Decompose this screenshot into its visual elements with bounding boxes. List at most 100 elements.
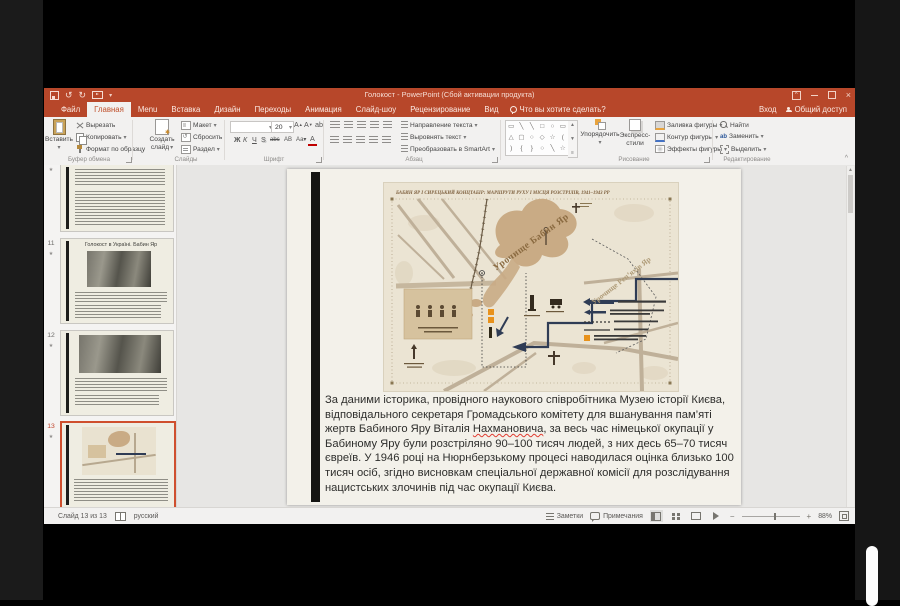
align-center-icon[interactable] xyxy=(343,136,352,144)
font-size-value: 20 xyxy=(275,124,283,131)
replace-button[interactable]: ab Заменить ▾ xyxy=(720,133,764,140)
align-text-button[interactable]: Выровнять текст ▾ xyxy=(401,133,466,141)
tab-review[interactable]: Рецензирование xyxy=(403,102,477,117)
find-button[interactable]: Найти xyxy=(720,121,749,129)
arrange-button[interactable]: Упорядочить ▾ xyxy=(583,119,617,146)
collapse-ribbon-icon[interactable]: ^ xyxy=(845,155,848,162)
align-right-icon[interactable] xyxy=(356,136,365,144)
reset-button[interactable]: Сбросить xyxy=(181,133,222,142)
shape-outline-button[interactable]: Контур фигуры ▾ xyxy=(655,133,718,142)
change-case-button[interactable]: Аа▾ xyxy=(294,134,308,146)
restore-icon[interactable] xyxy=(828,91,836,99)
paste-button[interactable]: Вставить ▾ xyxy=(46,119,72,151)
close-icon[interactable]: × xyxy=(846,91,851,100)
editor-scrollbar[interactable]: ▲ xyxy=(846,166,854,507)
tab-file[interactable]: Файл xyxy=(54,102,87,117)
current-slide-canvas[interactable]: БАБИН ЯР І СИРЕЦЬКИЙ КОНЦТАБІР: МАРШРУТИ… xyxy=(287,169,741,505)
new-slide-button[interactable]: Создать слайд ▾ xyxy=(146,119,178,151)
slide-thumbnail-11[interactable]: Голокост в Україні. Бабин Яр xyxy=(60,238,174,324)
character-spacing-button[interactable]: АВ xyxy=(282,134,294,146)
qat-customize-icon[interactable]: ▾ xyxy=(109,92,112,99)
tab-animations[interactable]: Анимация xyxy=(298,102,349,117)
spell-check-icon[interactable] xyxy=(115,512,126,521)
host-scrollbar-pill[interactable] xyxy=(866,546,878,606)
strikethrough-button[interactable]: abc xyxy=(268,134,282,146)
drawing-dialog-launcher-icon[interactable] xyxy=(704,157,710,163)
comments-button[interactable]: Примечания xyxy=(590,512,643,520)
cut-button[interactable]: Вырезать xyxy=(76,121,115,129)
shape-effects-button[interactable]: Эффекты фигуры ▾ xyxy=(655,145,727,153)
zoom-slider-thumb[interactable] xyxy=(774,513,777,520)
increase-indent-icon[interactable] xyxy=(370,121,379,129)
slide-thumbnail-10-partial[interactable] xyxy=(60,165,174,232)
zoom-in-button[interactable]: + xyxy=(807,512,812,521)
slide-thumbnail-12[interactable] xyxy=(60,330,174,416)
start-slideshow-icon[interactable] xyxy=(92,91,103,99)
format-painter-button[interactable]: Формат по образцу xyxy=(76,145,145,153)
ribbon-display-options-icon[interactable]: ^ xyxy=(792,91,801,100)
tell-me-box[interactable]: Что вы хотите сделать? xyxy=(510,102,606,117)
shapes-gallery-scroll[interactable]: ▲▼≡ xyxy=(568,120,578,158)
tab-design[interactable]: Дизайн xyxy=(207,102,247,117)
font-name-combo[interactable]: ▾ xyxy=(230,121,274,133)
zoom-percent[interactable]: 88% xyxy=(818,513,832,520)
fit-to-window-icon[interactable] xyxy=(839,511,849,521)
select-button[interactable]: Выделить ▾ xyxy=(720,145,766,154)
font-dialog-launcher-icon[interactable] xyxy=(316,157,322,163)
minimize-icon[interactable] xyxy=(811,95,818,96)
window-controls: ^ × xyxy=(792,88,851,102)
quick-access-toolbar: ↺ ↻ ▾ xyxy=(50,88,112,102)
underline-button[interactable]: Ч xyxy=(250,134,259,146)
font-size-combo[interactable]: 20▾ xyxy=(271,121,294,133)
undo-icon[interactable]: ↺ xyxy=(65,91,73,100)
redo-icon[interactable]: ↻ xyxy=(79,91,87,100)
italic-button[interactable]: К xyxy=(241,134,249,146)
align-left-icon[interactable] xyxy=(330,136,339,144)
slide-thumbnail-13-selected[interactable] xyxy=(60,421,176,509)
copy-button[interactable]: Копировать ▾ xyxy=(76,133,127,142)
paragraph-group-label: Абзац xyxy=(389,156,439,163)
zoom-out-button[interactable]: − xyxy=(730,512,735,521)
numbering-icon[interactable] xyxy=(344,121,353,129)
reading-view-button[interactable] xyxy=(690,510,703,522)
tab-slideshow[interactable]: Слайд-шоу xyxy=(349,102,403,117)
map-image[interactable]: БАБИН ЯР І СИРЕЦЬКИЙ КОНЦТАБІР: МАРШРУТИ… xyxy=(383,182,679,392)
scrollbar-thumb[interactable] xyxy=(848,175,853,213)
slide-thumbnail-panel[interactable]: ★ 11 ★ Голокост в Україні. Бабин Яр 12 ★ xyxy=(44,165,177,508)
section-button[interactable]: Раздел ▾ xyxy=(181,145,220,154)
notes-icon xyxy=(546,513,554,520)
font-color-button[interactable]: А xyxy=(308,134,317,146)
text-shadow-button[interactable]: S xyxy=(259,134,268,146)
layout-button[interactable]: Макет ▾ xyxy=(181,121,217,130)
save-icon[interactable] xyxy=(50,91,59,100)
sign-in-link[interactable]: Вход xyxy=(759,105,777,114)
tab-transitions[interactable]: Переходы xyxy=(248,102,299,117)
tab-insert[interactable]: Вставка xyxy=(164,102,207,117)
language-indicator[interactable]: русский xyxy=(134,513,159,520)
slide-body-text[interactable]: За даними історика, провідного наукового… xyxy=(325,393,743,495)
text-direction-button[interactable]: Направление текста ▾ xyxy=(401,121,478,129)
slideshow-view-button[interactable] xyxy=(710,510,723,522)
shapes-gallery[interactable]: ▭╲╲□○▭ △▢○◇☆( ){}○╲☆ xyxy=(505,120,569,156)
tab-menu[interactable]: Menu xyxy=(131,102,165,117)
share-button[interactable]: Общий доступ xyxy=(786,105,847,114)
quick-styles-button[interactable]: Экспресс- стили xyxy=(620,119,650,147)
line-spacing-icon[interactable] xyxy=(383,121,392,129)
slide-sorter-view-button[interactable] xyxy=(670,510,683,522)
bullets-icon[interactable] xyxy=(330,121,340,129)
convert-smartart-button[interactable]: Преобразовать в SmartArt ▾ xyxy=(401,145,495,153)
tab-view[interactable]: Вид xyxy=(477,102,505,117)
scroll-up-icon[interactable]: ▲ xyxy=(847,166,854,174)
paragraph-dialog-launcher-icon[interactable] xyxy=(492,157,498,163)
gallery-down-icon: ▼ xyxy=(570,136,575,142)
slide-editor-area[interactable]: БАБИН ЯР І СИРЕЦЬКИЙ КОНЦТАБІР: МАРШРУТИ… xyxy=(177,165,855,508)
justify-icon[interactable] xyxy=(369,136,378,144)
normal-view-button[interactable] xyxy=(650,510,663,522)
decrease-indent-icon[interactable] xyxy=(357,121,366,129)
columns-icon[interactable] xyxy=(382,136,391,144)
paste-caret-icon: ▾ xyxy=(57,144,60,151)
notes-button[interactable]: Заметки xyxy=(546,513,583,520)
tab-home[interactable]: Главная xyxy=(87,102,131,117)
zoom-slider[interactable] xyxy=(742,516,800,517)
arrange-label: Упорядочить xyxy=(580,131,619,138)
